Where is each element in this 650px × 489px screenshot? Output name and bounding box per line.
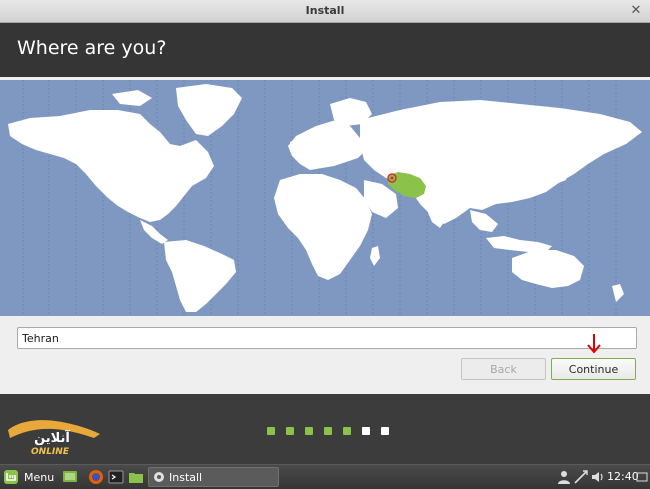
svg-text:آنلاین: آنلاین (34, 429, 70, 446)
timezone-input[interactable] (17, 327, 637, 349)
window-titlebar[interactable]: Install ✕ (0, 0, 650, 23)
continue-button[interactable]: Continue (551, 358, 636, 380)
menu-button[interactable]: Menu (3, 468, 54, 486)
arrow-down-icon (587, 334, 601, 354)
taskbar: Menu Install 12:40 (0, 464, 650, 489)
network-icon[interactable] (573, 469, 589, 485)
taskbar-task-install[interactable]: Install (148, 467, 279, 487)
page-title: Where are you? (17, 37, 167, 59)
site-logo: آنلاین ONLINE (8, 420, 100, 457)
world-map[interactable] (0, 80, 650, 316)
installer-icon (154, 472, 164, 482)
close-icon[interactable]: ✕ (628, 3, 644, 19)
back-button[interactable]: Back (461, 358, 546, 380)
terminal-icon[interactable] (108, 469, 124, 485)
volume-icon[interactable] (590, 469, 606, 485)
progress-step (381, 427, 389, 435)
menu-label: Menu (24, 470, 55, 484)
mint-logo-icon (4, 470, 18, 484)
progress-step (286, 427, 294, 435)
progress-step (305, 427, 313, 435)
progress-step (362, 427, 370, 435)
show-desktop-icon[interactable] (62, 469, 78, 485)
progress-step (267, 427, 275, 435)
clock[interactable]: 12:40 (607, 470, 639, 483)
task-label: Install (169, 471, 203, 484)
show-desktop-corner-icon[interactable] (636, 469, 648, 485)
page-header: Where are you? (0, 23, 650, 77)
svg-text:ONLINE: ONLINE (31, 447, 70, 457)
window-title: Install (305, 4, 345, 17)
progress-step (343, 427, 351, 435)
folder-icon[interactable] (128, 469, 144, 485)
user-icon[interactable] (556, 469, 572, 485)
progress-indicator (267, 427, 389, 435)
firefox-icon[interactable] (88, 469, 104, 485)
progress-step (324, 427, 332, 435)
